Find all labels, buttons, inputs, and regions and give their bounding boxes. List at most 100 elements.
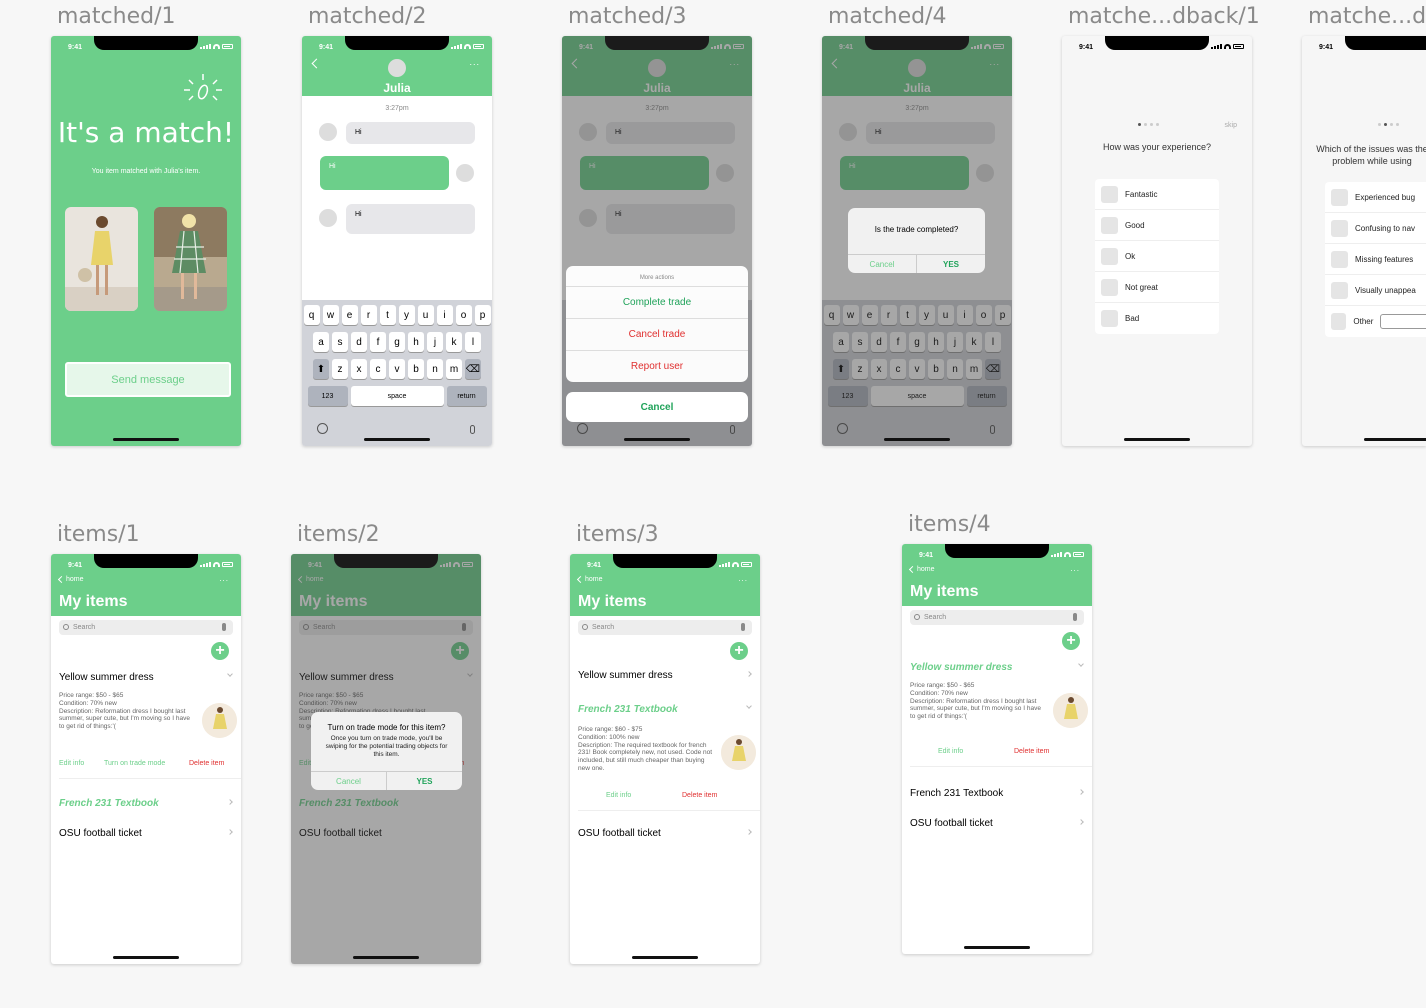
key[interactable]: a [313, 332, 329, 352]
chevron-right-icon[interactable] [746, 671, 752, 677]
microphone-icon[interactable] [470, 425, 475, 434]
chevron-right-icon[interactable] [227, 799, 233, 805]
chevron-right-icon[interactable] [746, 829, 752, 835]
item-title[interactable]: French 231 Textbook [59, 798, 159, 809]
key[interactable]: h [408, 332, 424, 352]
search-input[interactable]: Search [59, 620, 233, 635]
search-input[interactable]: Search [910, 610, 1084, 625]
option-fantastic[interactable]: Fantastic [1095, 179, 1219, 210]
edit-info-button[interactable]: Edit info [59, 760, 84, 767]
key[interactable]: g [389, 332, 405, 352]
item-title[interactable]: French 231 Textbook [578, 704, 678, 715]
more-icon[interactable]: ... [469, 57, 480, 67]
more-icon[interactable]: ... [738, 574, 748, 583]
option-other[interactable]: Other [1325, 306, 1426, 337]
key[interactable]: r [360, 305, 377, 325]
item-title[interactable]: OSU football ticket [910, 818, 993, 829]
add-item-button[interactable]: + [211, 642, 229, 660]
option-bug[interactable]: Experienced bug [1325, 182, 1426, 213]
key[interactable]: e [341, 305, 358, 325]
delete-item-button[interactable]: Delete item [1014, 748, 1049, 755]
edit-info-button[interactable]: Edit info [606, 792, 631, 799]
microphone-icon[interactable] [1073, 613, 1077, 621]
microphone-icon[interactable] [741, 623, 745, 631]
item-title[interactable]: OSU football ticket [59, 828, 142, 839]
option-bad[interactable]: Bad [1095, 303, 1219, 334]
delete-key[interactable]: ⌫ [465, 359, 481, 379]
chevron-right-icon[interactable] [1078, 819, 1084, 825]
option-ok[interactable]: Ok [1095, 241, 1219, 272]
item-title[interactable]: Yellow summer dress [59, 672, 154, 683]
microphone-icon[interactable] [222, 623, 226, 631]
key[interactable]: o [455, 305, 472, 325]
key[interactable]: w [322, 305, 339, 325]
complete-trade-button[interactable]: Complete trade [566, 287, 748, 319]
key[interactable]: m [446, 359, 462, 379]
skip-button[interactable]: skip [1225, 122, 1237, 129]
key[interactable]: f [370, 332, 386, 352]
trade-mode-button[interactable]: Turn on trade mode [104, 760, 165, 767]
checkbox[interactable] [1331, 250, 1348, 268]
back-button[interactable]: home [57, 575, 84, 584]
send-message-button[interactable]: Send message [65, 362, 231, 397]
checkbox[interactable] [1331, 281, 1348, 299]
option-missing-features[interactable]: Missing features [1325, 244, 1426, 275]
alert-cancel-button[interactable]: Cancel [848, 255, 916, 273]
report-user-button[interactable]: Report user [566, 351, 748, 382]
other-input[interactable] [1380, 314, 1426, 329]
cancel-trade-button[interactable]: Cancel trade [566, 319, 748, 351]
checkbox[interactable] [1101, 278, 1118, 296]
chevron-right-icon[interactable] [227, 829, 233, 835]
checkbox[interactable] [1101, 247, 1118, 265]
delete-item-button[interactable]: Delete item [189, 760, 224, 767]
key[interactable]: n [427, 359, 443, 379]
item-title[interactable]: OSU football ticket [578, 828, 661, 839]
key[interactable]: p [474, 305, 491, 325]
key[interactable]: c [370, 359, 386, 379]
key[interactable]: k [446, 332, 462, 352]
delete-item-button[interactable]: Delete item [682, 792, 717, 799]
back-button[interactable]: home [576, 575, 603, 584]
back-button[interactable]: home [908, 565, 935, 574]
chevron-down-icon[interactable] [227, 671, 233, 677]
item-title[interactable]: Yellow summer dress [578, 670, 673, 681]
more-icon[interactable]: ... [219, 574, 229, 583]
search-input[interactable]: Search [578, 620, 752, 635]
key[interactable]: b [408, 359, 424, 379]
add-item-button[interactable]: + [730, 642, 748, 660]
key[interactable]: u [417, 305, 434, 325]
alert-cancel-button[interactable]: Cancel [311, 772, 386, 790]
option-good[interactable]: Good [1095, 210, 1219, 241]
checkbox[interactable] [1331, 188, 1348, 206]
checkbox[interactable] [1331, 219, 1348, 237]
key[interactable]: q [303, 305, 320, 325]
key[interactable]: l [465, 332, 481, 352]
space-key[interactable]: space [350, 386, 444, 406]
emoji-icon[interactable] [317, 423, 328, 434]
add-item-button[interactable]: + [1062, 632, 1080, 650]
more-icon[interactable]: ... [1070, 564, 1080, 573]
key[interactable]: t [379, 305, 396, 325]
checkbox[interactable] [1101, 216, 1118, 234]
numbers-key[interactable]: 123 [307, 386, 348, 406]
edit-info-button[interactable]: Edit info [938, 748, 963, 755]
key[interactable]: i [436, 305, 453, 325]
key[interactable]: d [351, 332, 367, 352]
option-not-great[interactable]: Not great [1095, 272, 1219, 303]
option-visual[interactable]: Visually unappea [1325, 275, 1426, 306]
shift-key[interactable]: ⬆ [313, 359, 329, 379]
alert-yes-button[interactable]: YES [386, 772, 462, 790]
key[interactable]: x [351, 359, 367, 379]
checkbox[interactable] [1101, 310, 1118, 327]
alert-yes-button[interactable]: YES [916, 255, 985, 273]
option-confusing[interactable]: Confusing to nav [1325, 213, 1426, 244]
checkbox[interactable] [1331, 313, 1347, 330]
key[interactable]: j [427, 332, 443, 352]
item-title[interactable]: French 231 Textbook [910, 788, 1003, 799]
chevron-right-icon[interactable] [1078, 789, 1084, 795]
item-title[interactable]: Yellow summer dress [910, 662, 1012, 673]
sheet-cancel-button[interactable]: Cancel [566, 392, 748, 422]
chevron-down-icon[interactable] [746, 703, 752, 709]
checkbox[interactable] [1101, 185, 1118, 203]
chevron-down-icon[interactable] [1078, 661, 1084, 667]
